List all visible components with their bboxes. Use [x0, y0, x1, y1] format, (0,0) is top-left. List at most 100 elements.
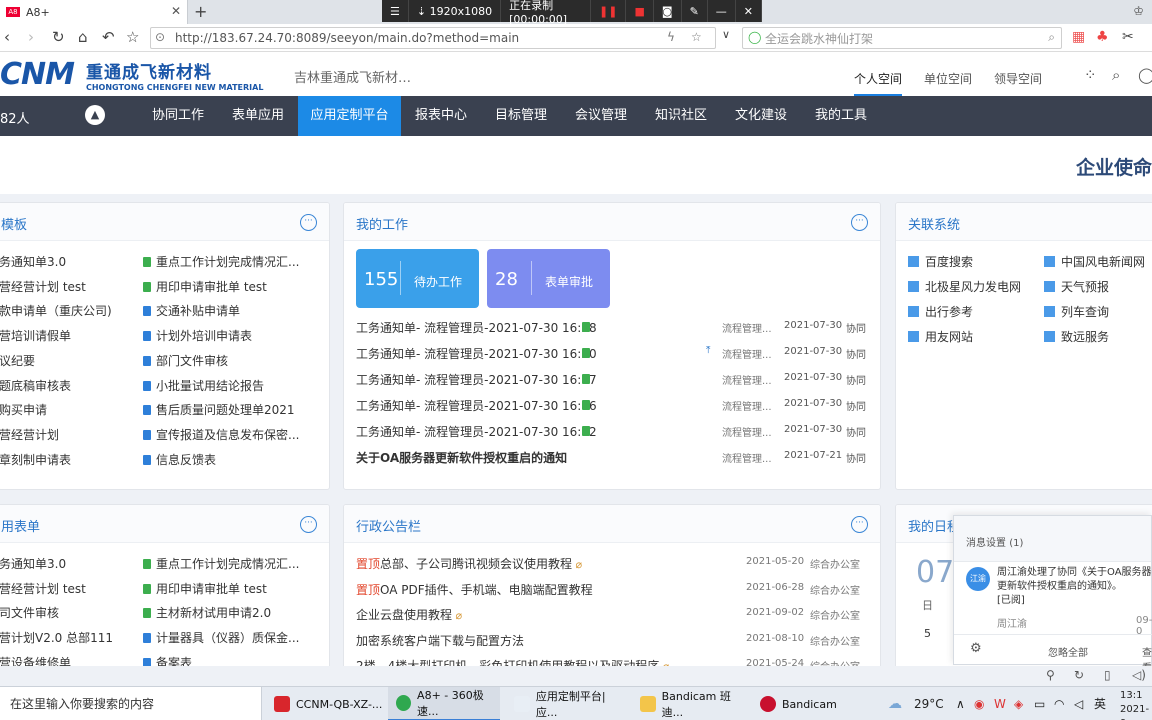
- more-icon[interactable]: ···: [851, 214, 868, 231]
- more-icon[interactable]: ···: [300, 516, 317, 533]
- taskbar-search-input[interactable]: 在这里输入你要搜索的内容: [0, 687, 262, 720]
- pause-icon[interactable]: ❚❚: [591, 0, 627, 22]
- search-icon[interactable]: ⌕: [1048, 30, 1055, 45]
- link-item[interactable]: 用友网站: [908, 328, 973, 345]
- table-row[interactable]: 工务通知单- 流程管理员-2021-07-30 16:17 流程管理... 2021…: [356, 371, 868, 391]
- grid-icon[interactable]: ⁘: [1084, 66, 1097, 84]
- nav-goals[interactable]: 目标管理: [485, 96, 557, 136]
- taskbar-app-browser[interactable]: A8+ - 360极速...: [388, 687, 500, 720]
- list-item[interactable]: 宣传报道及信息发布保密...: [143, 426, 299, 443]
- tray-expand-icon[interactable]: ∧: [956, 687, 965, 720]
- back-icon[interactable]: ‹: [4, 28, 10, 46]
- list-item[interactable]: 议纪要: [0, 352, 35, 369]
- table-row[interactable]: 工务通知单- 流程管理员-2021-07-30 16:12 流程管理... 2021…: [356, 423, 868, 443]
- antivirus-tray-icon[interactable]: ◈: [1014, 687, 1023, 720]
- link-item[interactable]: 致远服务: [1044, 328, 1109, 345]
- minimize-icon[interactable]: —: [708, 0, 736, 22]
- url-field[interactable]: ⊙ http://183.67.24.70:8089/seeyon/main.d…: [150, 27, 716, 49]
- nav-culture[interactable]: 文化建设: [725, 96, 797, 136]
- bookmark-icon[interactable]: ☆: [691, 30, 702, 44]
- list-item[interactable]: 款申请单（重庆公司): [0, 302, 112, 319]
- trash-icon[interactable]: ▯: [1104, 668, 1111, 682]
- pen-icon[interactable]: ✎: [682, 0, 708, 22]
- wps-tray-icon[interactable]: W: [994, 687, 1006, 720]
- taskbar-app-platform[interactable]: 应用定制平台|应...: [506, 687, 626, 720]
- taskbar-app-wps[interactable]: CCNM-QB-XZ-...: [266, 687, 386, 720]
- new-tab-icon[interactable]: +: [194, 2, 207, 21]
- list-item[interactable]: 司文件审核: [0, 604, 59, 621]
- pin-icon[interactable]: ⚲: [1046, 668, 1055, 682]
- list-item[interactable]: 部门文件审核: [143, 352, 228, 369]
- table-row[interactable]: 工务通知单- 流程管理员-2021-07-30 16:16 流程管理... 2021…: [356, 397, 868, 417]
- notice-row[interactable]: 加密系统客户端下载与配置方法 2021-08-10 综合办公室: [356, 632, 868, 652]
- forward-icon[interactable]: ›: [28, 28, 34, 46]
- user-icon[interactable]: ◯: [1138, 66, 1152, 84]
- nav-knowledge[interactable]: 知识社区: [645, 96, 717, 136]
- link-item[interactable]: 列车查询: [1044, 303, 1109, 320]
- list-item[interactable]: 章刻制申请表: [0, 451, 71, 468]
- ignore-all-button[interactable]: 忽略全部: [1048, 644, 1088, 659]
- list-item[interactable]: 务通知单3.0: [0, 253, 66, 270]
- list-item[interactable]: 交通补贴申请单: [143, 302, 240, 319]
- star-icon[interactable]: ☆: [126, 28, 139, 46]
- gear-icon[interactable]: ⚙: [970, 641, 982, 656]
- notice-row[interactable]: 企业云盘使用教程 ⌀ 2021-09-02 综合办公室: [356, 606, 868, 626]
- camera-icon[interactable]: ◙: [654, 0, 682, 22]
- close-recorder-icon[interactable]: ✕: [736, 0, 762, 22]
- home-icon[interactable]: ⌂: [78, 28, 88, 46]
- volume-icon[interactable]: ◁: [1074, 687, 1083, 720]
- ime-indicator[interactable]: 英: [1094, 687, 1106, 720]
- browser-tab[interactable]: A8 A8+ ✕: [0, 0, 188, 24]
- tools-icon[interactable]: ✂: [1122, 29, 1134, 45]
- table-row[interactable]: 关于OA服务器更新软件授权重启的通知 流程管理... 2021-07-21 协同: [356, 449, 868, 469]
- link-item[interactable]: 出行参考: [908, 303, 973, 320]
- more-icon[interactable]: ···: [851, 516, 868, 533]
- list-item[interactable]: 营经营计划: [0, 426, 59, 443]
- online-count[interactable]: 82人: [0, 108, 30, 127]
- list-item[interactable]: 营计划V2.0 总部111: [0, 629, 113, 646]
- list-item[interactable]: 计量器具（仪器）质保金...: [143, 629, 299, 646]
- notice-row[interactable]: 置顶OA PDF插件、手机端、电脑端配置教程 2021-06-28 综合办公室: [356, 581, 868, 601]
- game-icon[interactable]: ♣: [1096, 29, 1109, 45]
- message-settings-label[interactable]: 消息设置: [966, 538, 1006, 549]
- tab-personal-space[interactable]: 个人空间: [854, 70, 903, 96]
- list-item[interactable]: 售后质量问题处理单2021: [143, 401, 295, 418]
- nav-collaboration[interactable]: 协同工作: [142, 96, 214, 136]
- message-text[interactable]: 周江渝处理了协同《关于OA服务器更新软件授权重启的通知》。 [已阅]: [997, 566, 1152, 608]
- tab-leader-space[interactable]: 领导空间: [994, 70, 1042, 96]
- notice-row[interactable]: 置顶总部、子公司腾讯视频会议使用教程 ⌀ 2021-05-20 综合办公室: [356, 555, 868, 575]
- list-item[interactable]: 营经营计划 test: [0, 278, 86, 295]
- volume-icon[interactable]: ◁): [1132, 668, 1146, 682]
- menu-icon[interactable]: ☰: [382, 0, 409, 22]
- close-tab-icon[interactable]: ✕: [171, 4, 181, 18]
- list-item[interactable]: 计划外培训申请表: [143, 327, 252, 344]
- calendar-date[interactable]: 5: [924, 627, 931, 640]
- nav-tools[interactable]: 我的工具: [805, 96, 877, 136]
- undo-icon[interactable]: ↶: [102, 28, 115, 46]
- network-icon[interactable]: ▭: [1034, 687, 1045, 720]
- more-icon[interactable]: ···: [300, 214, 317, 231]
- link-item[interactable]: 百度搜索: [908, 253, 973, 270]
- nav-app-platform[interactable]: 应用定制平台: [298, 96, 401, 136]
- nav-logo-icon[interactable]: ▲: [85, 105, 105, 125]
- list-item[interactable]: 用印申请审批单 test: [143, 580, 267, 597]
- apps-grid-icon[interactable]: ▦: [1072, 29, 1085, 45]
- nav-meetings[interactable]: 会议管理: [565, 96, 637, 136]
- taskbar-app-explorer[interactable]: Bandicam 班迪...: [632, 687, 750, 720]
- refresh-icon[interactable]: ↻: [52, 28, 65, 46]
- tab-unit-space[interactable]: 单位空间: [924, 70, 972, 96]
- table-row[interactable]: 工务通知单- 流程管理员-2021-07-30 16:20 ⤒ 流程管理... 202…: [356, 345, 868, 365]
- list-item[interactable]: 小批量试用结论报告: [143, 377, 264, 394]
- list-item[interactable]: 重点工作计划完成情况汇...: [143, 555, 299, 572]
- link-item[interactable]: 天气预报: [1044, 278, 1109, 295]
- nav-forms[interactable]: 表单应用: [222, 96, 294, 136]
- dropdown-icon[interactable]: ∨: [722, 28, 730, 41]
- list-item[interactable]: 购买申请: [0, 401, 47, 418]
- list-item[interactable]: 务通知单3.0: [0, 555, 66, 572]
- shirt-skin-icon[interactable]: ♔: [1133, 4, 1144, 18]
- temperature[interactable]: 29°C: [914, 687, 944, 720]
- system-clock[interactable]: 13:1 2021-9: [1120, 689, 1152, 720]
- list-item[interactable]: 营经营计划 test: [0, 580, 86, 597]
- search-input[interactable]: ◯ 全运会跳水神仙打架 ⌕: [742, 27, 1062, 49]
- form-approval-tile[interactable]: 28 表单审批: [487, 249, 610, 308]
